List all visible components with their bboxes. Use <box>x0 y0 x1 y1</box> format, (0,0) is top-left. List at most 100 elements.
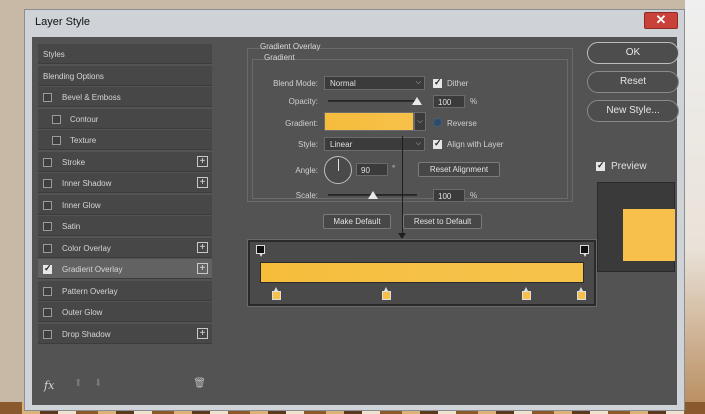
add-effect-icon[interactable]: + <box>197 177 208 188</box>
style-item[interactable]: Bevel & Emboss <box>38 87 212 107</box>
align-with-layer-checkbox[interactable] <box>433 138 442 149</box>
reset-alignment-button[interactable]: Reset Alignment <box>418 162 500 177</box>
angle-input[interactable]: 90 <box>356 163 388 176</box>
style-item-checkbox[interactable] <box>43 243 52 253</box>
color-stop[interactable] <box>576 287 586 300</box>
style-item[interactable]: Color Overlay + <box>38 237 212 258</box>
style-item[interactable]: Contour <box>38 108 212 129</box>
opacity-stop[interactable] <box>580 245 589 257</box>
style-item-label: Color Overlay <box>62 243 111 253</box>
style-item-checkbox[interactable] <box>43 263 52 274</box>
reset-button[interactable]: Reset <box>587 71 679 93</box>
blend-mode-label: Blend Mode: <box>273 79 318 88</box>
style-item-checkbox[interactable] <box>43 308 52 317</box>
reverse-label: Reverse <box>447 119 477 128</box>
style-item-label: Gradient Overlay <box>62 265 123 274</box>
style-item-checkbox[interactable] <box>43 93 52 102</box>
scale-slider-thumb[interactable] <box>367 191 378 199</box>
style-item-label: Blending Options <box>43 71 104 81</box>
style-item-label: Texture <box>70 136 97 145</box>
close-icon: ✕ <box>655 12 667 27</box>
angle-dial[interactable] <box>324 156 352 184</box>
style-select[interactable]: Linear ⌵ <box>324 137 425 151</box>
style-item-label: Styles <box>43 50 65 59</box>
add-effect-icon[interactable]: + <box>197 241 208 253</box>
close-button[interactable]: ✕ <box>644 12 678 29</box>
opacity-stop[interactable] <box>256 245 265 257</box>
opacity-slider[interactable] <box>328 100 417 102</box>
style-item-label: Bevel & Emboss <box>62 93 121 102</box>
move-up-icon[interactable]: ⬆ <box>74 378 82 389</box>
add-effect-icon[interactable]: + <box>197 327 208 339</box>
style-label: Style: <box>297 140 318 149</box>
scale-unit: % <box>470 191 478 200</box>
gradient-bar[interactable] <box>260 262 584 283</box>
gradient-picker-dropdown[interactable]: ⌵ <box>414 112 426 131</box>
style-item-checkbox[interactable] <box>43 329 52 339</box>
new-style-button[interactable]: New Style... <box>587 100 679 122</box>
style-item-checkbox[interactable] <box>43 200 52 210</box>
style-item-label: Inner Glow <box>62 200 101 210</box>
chevron-down-icon: ⌵ <box>417 118 423 125</box>
style-item[interactable]: Drop Shadow + <box>38 323 212 344</box>
color-stop[interactable] <box>272 287 282 300</box>
gradient-label: Gradient: <box>285 119 318 128</box>
style-item-checkbox[interactable] <box>52 114 61 124</box>
color-stop[interactable] <box>382 287 392 300</box>
style-item[interactable]: Inner Shadow + <box>38 173 212 193</box>
preview-label: Preview <box>611 161 647 172</box>
style-item[interactable]: Texture <box>38 130 212 150</box>
align-with-layer-label: Align with Layer <box>447 140 504 149</box>
group-title: Gradient Overlay <box>260 42 321 51</box>
style-item-checkbox[interactable] <box>43 157 52 167</box>
style-item[interactable]: Satin <box>38 216 212 236</box>
preview-area <box>597 182 675 272</box>
gradient-swatch[interactable] <box>324 112 414 131</box>
style-item[interactable]: Styles <box>38 44 212 64</box>
style-item-label: Contour <box>70 114 99 124</box>
window-title: Layer Style <box>35 16 91 28</box>
style-item-label: Satin <box>62 222 81 231</box>
style-item[interactable]: Gradient Overlay + <box>38 259 212 279</box>
background-photo-right <box>685 0 705 414</box>
preview-swatch <box>623 209 675 261</box>
style-item-checkbox[interactable] <box>52 136 61 145</box>
style-item[interactable]: Pattern Overlay <box>38 280 212 301</box>
style-item-label: Outer Glow <box>62 308 103 317</box>
scale-input[interactable]: 100 <box>433 189 465 202</box>
make-default-button[interactable]: Make Default <box>323 214 391 229</box>
move-down-icon[interactable]: ⬇ <box>94 378 102 389</box>
blend-mode-value: Normal <box>330 79 356 88</box>
dither-checkbox[interactable] <box>433 77 442 88</box>
title-bar[interactable]: Layer Style ✕ <box>25 10 684 36</box>
trash-icon[interactable]: 🗑 <box>193 378 206 389</box>
dither-label: Dither <box>447 79 469 88</box>
opacity-unit: % <box>470 97 478 106</box>
style-item[interactable]: Stroke + <box>38 151 212 172</box>
styles-list-footer: fx ⬆ ⬇ 🗑 <box>38 377 212 397</box>
style-item-checkbox[interactable] <box>43 222 52 231</box>
angle-unit: ° <box>392 164 396 173</box>
preview-checkbox[interactable] <box>596 160 605 171</box>
ok-button[interactable]: OK <box>587 42 679 64</box>
style-item[interactable]: Outer Glow <box>38 302 212 322</box>
fx-icon[interactable]: fx <box>44 379 54 392</box>
layer-style-dialog: Layer Style ✕ Styles Blending Options Beve… <box>24 9 685 411</box>
blend-mode-select[interactable]: Normal ⌵ <box>324 76 425 90</box>
style-item-checkbox[interactable] <box>43 286 52 296</box>
subgroup-title: Gradient <box>264 53 295 62</box>
add-effect-icon[interactable]: + <box>197 263 208 274</box>
color-stop[interactable] <box>521 287 531 300</box>
style-item[interactable]: Inner Glow <box>38 194 212 215</box>
chevron-down-icon: ⌵ <box>415 79 421 86</box>
style-item-label: Pattern Overlay <box>62 286 118 296</box>
gradient-editor <box>248 240 596 306</box>
add-effect-icon[interactable]: + <box>197 155 208 167</box>
reverse-checkbox[interactable] <box>433 118 442 127</box>
opacity-input[interactable]: 100 <box>433 95 465 108</box>
opacity-slider-thumb[interactable] <box>412 97 422 105</box>
reset-to-default-button[interactable]: Reset to Default <box>403 214 482 229</box>
style-item-checkbox[interactable] <box>43 179 52 188</box>
opacity-label: Opacity: <box>288 97 318 106</box>
style-item[interactable]: Blending Options <box>38 65 212 86</box>
